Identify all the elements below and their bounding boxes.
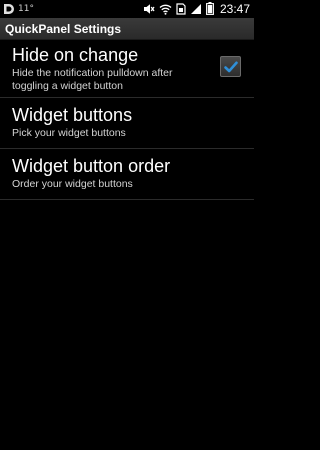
temperature-readout: 11° — [18, 4, 34, 14]
preference-title: Hide on change — [12, 45, 139, 65]
signal-icon — [190, 0, 202, 19]
status-bar-right: 23:47 — [143, 1, 250, 17]
preference-title: Widget buttons — [12, 105, 133, 125]
preference-summary: Order your widget buttons — [12, 178, 133, 190]
mute-icon — [143, 0, 155, 19]
preference-widget-button-order[interactable]: Widget button order Order your widget bu… — [0, 149, 254, 200]
page-title: QuickPanel Settings — [5, 22, 122, 36]
preference-list: Hide on change Hide the notification pul… — [0, 40, 254, 200]
status-bar: 11° 23:47 — [0, 0, 254, 18]
preference-summary: Hide the notification pulldown after tog… — [12, 67, 173, 92]
preference-hide-on-change[interactable]: Hide on change Hide the notification pul… — [0, 40, 254, 98]
preference-summary: Pick your widget buttons — [12, 127, 126, 139]
preference-title: Widget button order — [12, 156, 171, 176]
hide-on-change-checkbox[interactable] — [220, 56, 241, 77]
clock: 23:47 — [219, 2, 250, 16]
status-bar-left: 11° — [3, 2, 34, 16]
title-bar: QuickPanel Settings — [0, 18, 254, 40]
wifi-icon — [159, 0, 172, 19]
preference-widget-buttons[interactable]: Widget buttons Pick your widget buttons — [0, 98, 254, 149]
battery-icon — [206, 0, 214, 19]
notification-d-icon — [3, 0, 15, 19]
checkmark-icon — [224, 61, 238, 73]
sim-card-icon — [176, 0, 186, 19]
